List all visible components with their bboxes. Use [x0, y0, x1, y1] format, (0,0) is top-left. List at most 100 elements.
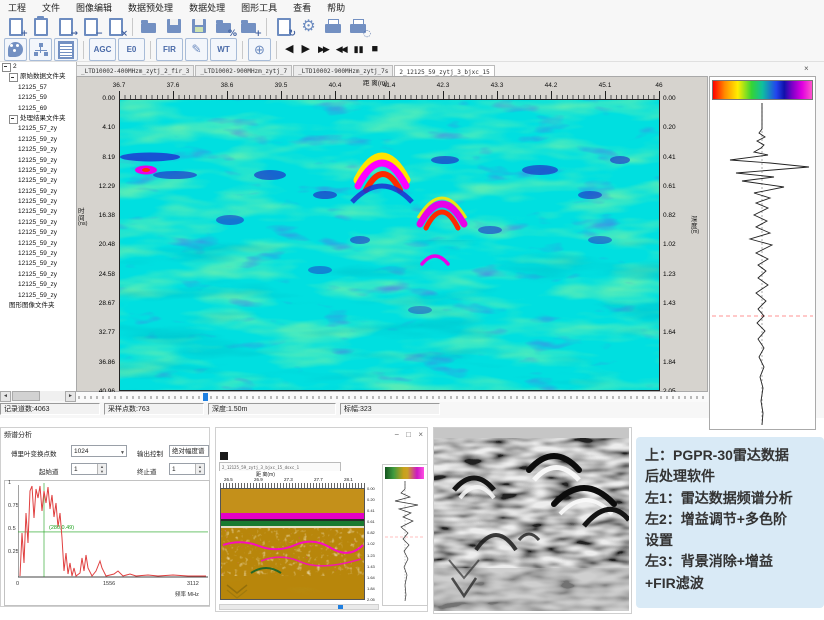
- scroll-right-icon[interactable]: ►: [65, 391, 76, 402]
- menu-image-edit[interactable]: 图像编辑: [68, 1, 120, 14]
- menu-process[interactable]: 数据处理: [181, 1, 233, 14]
- equalize-button[interactable]: E0: [118, 38, 145, 61]
- collapse-icon[interactable]: [2, 63, 11, 72]
- menu-help[interactable]: 帮助: [319, 1, 353, 14]
- collapse-icon[interactable]: [9, 73, 18, 82]
- notebook-icon[interactable]: [54, 38, 78, 61]
- scroll-thumb[interactable]: [12, 391, 40, 401]
- status-bar: 记录道数:4063 采样点数:763 深度:1.50m 标幅:323: [0, 403, 824, 416]
- tree-horizontal-scrollbar[interactable]: ◄ ►: [0, 391, 77, 401]
- start-trace-spinner[interactable]: 1▲▼: [71, 463, 107, 475]
- radar-bscan-image[interactable]: [119, 99, 660, 391]
- new-file-icon[interactable]: +: [5, 16, 26, 37]
- tree-item[interactable]: 12125_59_zy: [0, 280, 76, 290]
- output-control-label: 输出控制: [137, 448, 163, 458]
- time-axis-ticks: 0.004.10 8.1912.29 16.3820.48 24.5828.67…: [87, 95, 115, 395]
- caption-text: 上：PGPR-30雷达数据 后处理软件 左1：雷达数据频谱分析 左2：增益调节+…: [645, 445, 817, 594]
- end-trace-spinner[interactable]: 1▲▼: [169, 463, 205, 475]
- menu-project[interactable]: 工程: [0, 1, 34, 14]
- gain-slider-marker[interactable]: [338, 605, 343, 609]
- tree-item[interactable]: 12125_59_zy: [0, 291, 76, 301]
- menu-view[interactable]: 查看: [285, 1, 319, 14]
- menu-preprocess[interactable]: 数据预处理: [120, 1, 181, 14]
- folder-cut-icon[interactable]: %: [214, 16, 235, 37]
- position-slider[interactable]: [76, 392, 708, 402]
- end-trace-label: 终止道: [137, 466, 157, 476]
- gain-radar-image[interactable]: [220, 488, 365, 600]
- spinner-arrows-icon[interactable]: ▲▼: [97, 464, 106, 474]
- chevron-down-icon[interactable]: ▼: [120, 448, 125, 457]
- tree-item[interactable]: 12125_59_zy: [0, 187, 76, 197]
- tree-item[interactable]: 12125_59_zy: [0, 166, 76, 176]
- import-icon[interactable]: →: [55, 16, 76, 37]
- time-axis-title: 时间(ns): [78, 209, 87, 228]
- remove-file-icon[interactable]: −: [80, 16, 101, 37]
- brush-icon[interactable]: ✎: [185, 38, 208, 61]
- spinner-arrows-icon[interactable]: ▲▼: [195, 464, 204, 474]
- tree-item[interactable]: 12125_59_zy: [0, 145, 76, 155]
- menu-file[interactable]: 文件: [34, 1, 68, 14]
- slider-marker[interactable]: [203, 393, 208, 401]
- tree-item[interactable]: 12125_59: [0, 93, 76, 103]
- tree-folder-images[interactable]: 图形图像文件夹: [0, 301, 76, 311]
- status-trace-count: 记录道数:4063: [0, 403, 100, 415]
- open-folder-icon[interactable]: [139, 16, 160, 37]
- tab-document[interactable]: _LTD10002-400MHzm_zytj_2_fir_3: [76, 65, 194, 76]
- pause-button[interactable]: ▮▮: [354, 39, 364, 60]
- tree-item[interactable]: 12125_59_zy: [0, 135, 76, 145]
- gain-horizontal-scrollbar[interactable]: [219, 604, 379, 610]
- tab-document[interactable]: _LTD10002-900MHzm_zytj_7: [195, 65, 292, 76]
- stop-button[interactable]: ■: [372, 39, 379, 60]
- grayscale-radar-window[interactable]: [433, 427, 632, 614]
- tab-document[interactable]: _LTD10002-900MHzm_zytj_7s: [293, 65, 393, 76]
- tree-item[interactable]: 12125_57: [0, 83, 76, 93]
- tree-item[interactable]: 12125_59_zy: [0, 270, 76, 280]
- tree-item[interactable]: 12125_59_zy: [0, 259, 76, 269]
- fast-forward-button[interactable]: ▶▶: [318, 39, 328, 60]
- print-preview-icon[interactable]: ◌: [348, 16, 369, 37]
- minimize-icon[interactable]: −: [394, 430, 399, 439]
- tree-item[interactable]: 12125_59_zy: [0, 197, 76, 207]
- close-tab-icon[interactable]: ×: [804, 64, 809, 73]
- agc-button[interactable]: AGC: [89, 38, 116, 61]
- save-image-icon[interactable]: [189, 16, 210, 37]
- tree-item[interactable]: 12125_59_zy: [0, 218, 76, 228]
- refresh-file-icon[interactable]: ↻: [273, 16, 294, 37]
- paste-icon[interactable]: [30, 16, 51, 37]
- settings-gear-icon[interactable]: ⚙: [298, 16, 319, 37]
- fir-filter-button[interactable]: FIR: [156, 38, 183, 61]
- tree-item[interactable]: 12125_59_zy: [0, 176, 76, 186]
- rewind-button[interactable]: ◀◀: [336, 39, 346, 60]
- tree-item[interactable]: 12125_59_zy: [0, 239, 76, 249]
- tree-item[interactable]: 12125_59_zy: [0, 249, 76, 259]
- wavelet-button[interactable]: WT: [210, 38, 237, 61]
- folder-add-icon[interactable]: +: [239, 16, 260, 37]
- maximize-icon[interactable]: □: [406, 430, 411, 439]
- gain-tab[interactable]: 2_12125_59_zytj_3_bjxc_15_dsxc_1: [219, 462, 341, 471]
- frequency-axis-title: 频率 MHz: [175, 590, 199, 598]
- play-button[interactable]: ▶: [301, 39, 309, 60]
- print-icon[interactable]: [323, 16, 344, 37]
- save-icon[interactable]: [164, 16, 185, 37]
- close-icon[interactable]: ×: [418, 430, 423, 439]
- crosshair-icon[interactable]: ⊕: [248, 38, 271, 61]
- stop-icon[interactable]: [220, 452, 228, 460]
- tree-item[interactable]: 12125_69: [0, 104, 76, 114]
- tree-folder-raw[interactable]: 原始数据文件夹: [0, 72, 76, 82]
- tree-item[interactable]: 12125_59_zy: [0, 207, 76, 217]
- collapse-icon[interactable]: [9, 115, 18, 124]
- tree-item[interactable]: 12125_59_zy: [0, 228, 76, 238]
- palette-icon[interactable]: [4, 38, 27, 61]
- tree-folder-proc[interactable]: 处理结果文件夹: [0, 114, 76, 124]
- tree-item[interactable]: 12125_57_zy: [0, 124, 76, 134]
- tree-root[interactable]: 2: [0, 62, 76, 72]
- delete-file-icon[interactable]: ×: [105, 16, 126, 37]
- layer-tree-icon[interactable]: [29, 38, 52, 61]
- scroll-left-icon[interactable]: ◄: [0, 391, 11, 402]
- menu-graph-tools[interactable]: 图形工具: [233, 1, 285, 14]
- slider-track[interactable]: [78, 396, 704, 399]
- tree-item[interactable]: 12125_59_zy: [0, 156, 76, 166]
- output-mode-field[interactable]: 绝对幅度谱: [169, 445, 209, 457]
- step-back-button[interactable]: ◀: [285, 39, 293, 60]
- fft-points-combobox[interactable]: 1024▼: [71, 445, 127, 457]
